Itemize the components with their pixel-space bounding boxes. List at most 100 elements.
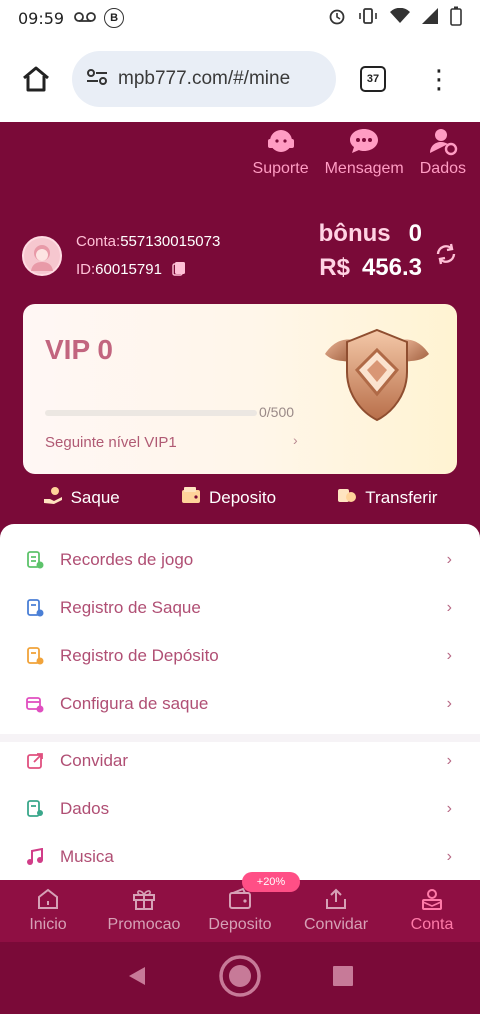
avatar[interactable] [22,236,62,276]
menu-item-game-records[interactable]: Recordes de jogo › [24,545,456,575]
support-label: Suporte [252,160,309,177]
header-actions: Suporte Mensagem Dados [253,126,466,178]
nav-home[interactable]: Inicio [0,880,96,942]
nav-label: Conta [410,916,454,933]
menu-item-label: Musica [60,847,114,866]
battery-icon [450,6,462,30]
url-text: mpb777.com/#/mine [118,68,291,89]
deposit-button[interactable]: Deposito [181,486,276,509]
vip-progress-bar [45,410,257,416]
transfer-label: Transferir [365,487,438,507]
data-icon [24,798,46,820]
share-icon [323,886,349,912]
user-settings-icon [427,126,459,156]
nav-invite[interactable]: Convidar [288,880,384,942]
user-id: 60015791 [95,261,162,278]
message-label: Mensagem [324,160,404,177]
menu-panel: Recordes de jogo › Registro de Saque › R… [0,524,480,880]
signal-icon [422,8,438,28]
account-info: Conta:557130015073 ID:60015791 [22,228,220,284]
vip-shield-icon [319,324,435,426]
menu-item-data[interactable]: Dados › [24,794,456,824]
chevron-right-icon: › [446,848,452,865]
chevron-right-icon: › [446,551,452,568]
nav-label: Promocao [107,916,181,933]
headset-icon [265,126,297,156]
alarm-icon [328,7,346,29]
menu-item-deposit-records[interactable]: Registro de Depósito › [24,641,456,671]
support-button[interactable]: Suporte [253,126,309,178]
chat-icon [348,126,380,156]
chevron-right-icon: › [446,695,452,712]
menu-item-label: Configura de saque [60,694,209,713]
home-circle-icon[interactable] [218,954,262,1003]
balance-value: 456.3 [361,254,422,281]
menu-item-label: Registro de Saque [60,598,201,617]
wallet-icon [181,486,201,509]
records-icon [24,549,46,571]
home-icon[interactable] [14,57,58,101]
status-time: 09:59 [18,8,65,28]
menu-item-label: Dados [60,799,110,818]
menu-item-invite[interactable]: Convidar › [24,746,456,776]
message-button[interactable]: Mensagem [325,126,404,178]
vip-level: VIP 0 [45,334,113,365]
menu-item-label: Registro de Depósito [60,646,219,665]
bonus-value: 0 [408,220,422,247]
chevron-right-icon: › [446,647,452,664]
chevron-right-icon: › [446,599,452,616]
nav-label: Convidar [303,916,369,933]
invite-icon [24,750,46,772]
account-icon [419,886,445,912]
deposit-label: Deposito [208,487,277,507]
account-number-row: Conta:557130015073 [76,233,221,250]
nav-promo[interactable]: Promocao [96,880,192,942]
account-number: 557130015073 [120,233,221,250]
nav-label: Inicio [29,916,67,933]
wallet-actions: Saque Deposito Transferir [0,486,480,509]
copy-icon[interactable] [166,261,186,278]
profile-data-label: Dados [419,160,466,177]
system-nav [0,942,480,1014]
nav-account[interactable]: Conta [384,880,480,942]
more-menu-icon[interactable]: ⋮ [426,66,452,92]
vibrate-icon [358,7,378,29]
withdraw-button[interactable]: Saque [43,486,120,509]
gift-icon [131,886,157,912]
menu-item-music[interactable]: Musica › [24,842,456,872]
transfer-button[interactable]: Transferir [337,486,437,509]
transfer-icon [337,486,357,509]
menu-item-label: Recordes de jogo [60,550,194,569]
voicemail-icon [74,10,97,27]
site-settings-icon[interactable] [86,68,108,91]
wifi-icon [390,7,410,28]
withdraw-label: Saque [70,487,120,507]
refresh-icon[interactable] [434,242,458,266]
menu-item-withdraw-records[interactable]: Registro de Saque › [24,593,456,623]
bonus-label: bônus [318,220,391,247]
chevron-right-icon: › [446,800,452,817]
withdraw-log-icon [24,597,46,619]
menu-item-withdraw-config[interactable]: Configura de saque › [24,689,456,719]
vip-progress-text: 0/500 [259,404,295,420]
b-badge-icon: B [104,8,125,28]
tab-switcher-button[interactable]: 37 [360,66,386,92]
back-icon[interactable] [125,964,149,993]
chevron-right-icon: › [293,432,298,448]
deposit-bonus-badge: +20% [242,872,300,892]
recents-icon[interactable] [331,964,355,993]
address-bar[interactable]: mpb777.com/#/mine [72,51,336,107]
profile-data-button[interactable]: Dados [420,126,466,178]
music-icon [24,846,46,868]
vip-card[interactable]: VIP 0 0/500 Seguinte nível VIP1 › [23,304,457,474]
balance-block: bônus 0 R$ 456.3 [319,220,422,282]
menu-item-label: Convidar [60,751,129,770]
chevron-right-icon: › [446,752,452,769]
user-id-row: ID:60015791 [76,256,220,284]
status-bar: 09:59 B [0,0,480,36]
currency-label: R$ [319,254,350,281]
browser-toolbar: mpb777.com/#/mine 37 ⋮ [0,36,480,122]
hand-coin-icon [43,486,63,509]
vip-next-level: Seguinte nível VIP1 [45,434,177,451]
bottom-nav: Inicio Promocao Deposito Convidar Conta [0,880,480,942]
